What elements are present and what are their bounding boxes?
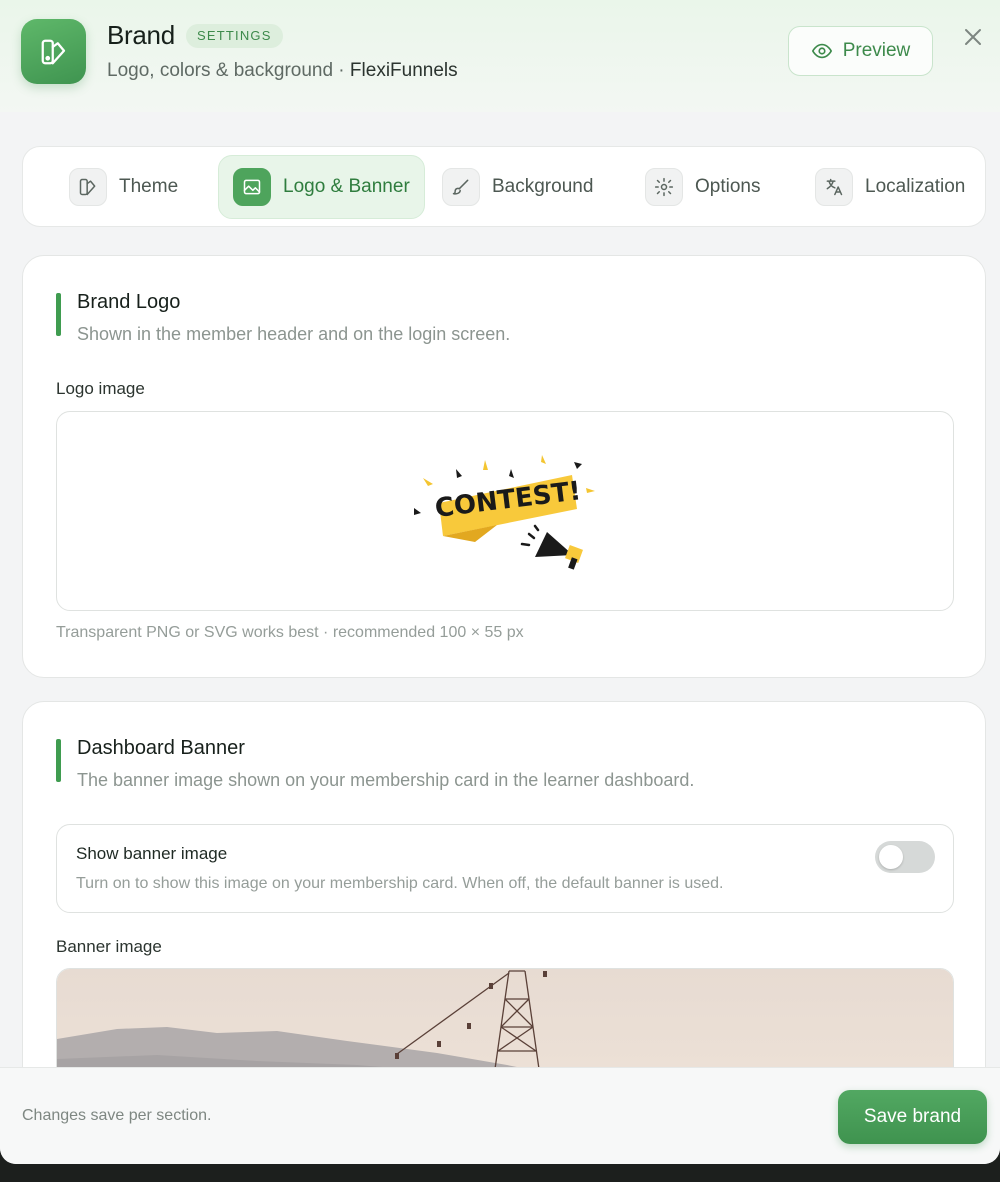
preview-button[interactable]: Preview [788,26,933,76]
close-icon [965,29,981,45]
tab-label: Localization [865,176,966,197]
logo-image-dropzone[interactable]: CONTEST! [56,411,954,611]
page-subtitle: Logo, colors & background · FlexiFunnels [107,60,458,82]
brand-app-icon [21,19,86,84]
tab-label: Logo & Banner [283,176,410,197]
preview-label: Preview [842,40,911,61]
tab-bar: Theme Logo & Banner Background Options L… [22,146,986,227]
toggle-knob [879,845,903,869]
panel-header: Brand SETTINGS Logo, colors & background… [0,0,1000,112]
section-description: The banner image shown on your membershi… [77,770,695,790]
translate-icon [815,168,853,206]
banner-image-label: Banner image [56,937,162,956]
gear-icon [645,168,683,206]
brand-settings-panel: Brand SETTINGS Logo, colors & background… [0,0,1000,1164]
toggle-title: Show banner image [76,844,228,863]
show-banner-toggle[interactable] [875,841,935,873]
section-accent-bar [56,293,61,336]
subtitle-text: Logo, colors & background · [107,60,350,81]
tab-theme[interactable]: Theme [55,155,192,219]
logo-hint: Transparent PNG or SVG works best · reco… [56,624,524,641]
tab-localization[interactable]: Localization [801,155,979,219]
panel-footer: Changes save per section. Save brand [0,1067,1000,1164]
brush-icon [442,168,480,206]
image-icon [233,168,271,206]
tab-label: Background [492,176,594,197]
tab-label: Theme [119,176,179,197]
eye-icon [811,43,832,59]
section-accent-bar [56,739,61,782]
tab-options[interactable]: Options [631,155,774,219]
settings-badge: SETTINGS [186,24,283,48]
logo-image: CONTEST! [414,455,595,570]
theme-icon [69,168,107,206]
toggle-description: Turn on to show this image on your membe… [76,875,724,892]
logo-image-label: Logo image [56,379,145,398]
tab-background[interactable]: Background [428,155,607,219]
section-title: Brand Logo [77,291,181,313]
show-banner-row: Show banner image Turn on to show this i… [56,824,954,913]
save-brand-button[interactable]: Save brand [838,1090,987,1144]
tab-label: Options [695,176,761,197]
page-title: Brand [107,20,175,50]
section-title: Dashboard Banner [77,737,245,759]
section-description: Shown in the member header and on the lo… [77,324,511,344]
close-button[interactable] [958,22,988,52]
tab-logo-banner[interactable]: Logo & Banner [218,155,425,219]
subtitle-brand-name: FlexiFunnels [349,60,458,81]
brand-logo-card: Brand Logo Shown in the member header an… [22,255,986,678]
footer-note: Changes save per section. [22,1107,212,1124]
